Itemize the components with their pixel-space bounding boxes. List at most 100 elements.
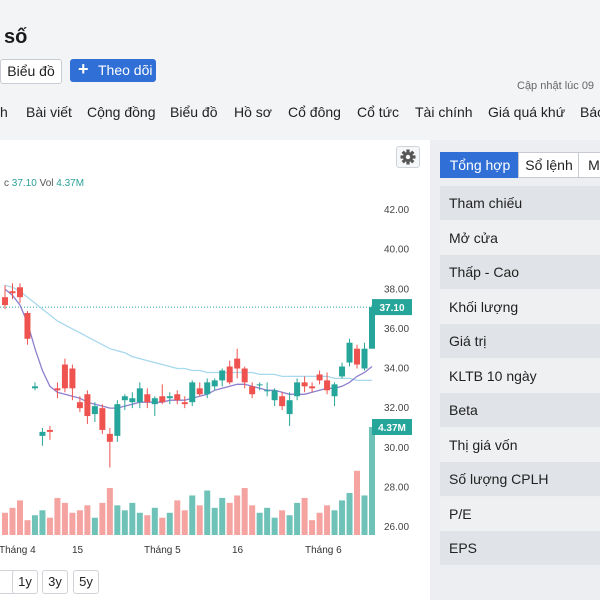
y-tick-label: 36.00 [384, 324, 409, 335]
nav-item-price-history[interactable]: Giá quá khứ [488, 104, 565, 120]
nav-item-dividends[interactable]: Cổ tức [357, 104, 399, 120]
row-reference: Tham chiếu [440, 186, 600, 220]
candle-body [271, 390, 278, 401]
row-avg-volume: KLTB 10 ngày [440, 359, 600, 393]
volume-bar [264, 507, 271, 535]
range-button-5y[interactable]: 5y [73, 570, 99, 594]
candle-body [241, 368, 248, 383]
candle-body [264, 390, 271, 392]
y-tick-label: 34.00 [384, 364, 409, 375]
chart-button[interactable]: Biểu đồ [0, 59, 62, 84]
candle-body [151, 398, 158, 405]
volume-bar [31, 515, 38, 535]
volume-bar [354, 470, 361, 535]
volume-bar [301, 497, 308, 535]
volume-bar [129, 502, 136, 535]
volume-bar [114, 505, 121, 535]
volume-bar [61, 502, 68, 535]
tab-more[interactable]: M [578, 152, 600, 178]
volume-bar [76, 510, 83, 535]
nav-item-shareholders[interactable]: Cổ đông [288, 104, 341, 120]
candle-body [76, 402, 83, 409]
x-tick-label: 15 [72, 545, 84, 556]
volume-bar [286, 515, 293, 535]
candle-body [16, 287, 23, 298]
volume-bar [69, 512, 76, 535]
candle-body [31, 386, 38, 389]
y-tick-label: 38.00 [384, 284, 409, 295]
row-volume: Khối lượng [440, 290, 600, 324]
candle-body [331, 384, 338, 397]
volume-bar [316, 512, 323, 535]
last-price-label: 37.10 [379, 303, 404, 314]
volume-bar [241, 488, 248, 535]
volume-bar [189, 495, 196, 535]
volume-bar [181, 510, 188, 535]
chart-settings-button[interactable] [396, 146, 420, 168]
candle-body [2, 297, 8, 306]
legend-prefix: c [4, 178, 9, 189]
candle-body [69, 368, 76, 389]
volume-bar [39, 510, 46, 535]
nav-item-community[interactable]: Cộng đồng [87, 104, 156, 120]
candle-body [129, 398, 136, 403]
volume-bar [369, 427, 375, 535]
row-open: Mở cửa [440, 221, 600, 255]
candle-body [159, 396, 166, 403]
candle-body [54, 388, 61, 391]
volume-bar [24, 520, 31, 535]
volume-bar [2, 512, 8, 535]
volume-bar [136, 512, 143, 535]
candle-body [121, 396, 128, 401]
candle-body [99, 408, 106, 430]
candle-body [339, 366, 346, 377]
y-tick-label: 28.00 [384, 482, 409, 493]
price-chart[interactable]: 42.00 40.00 38.00 36.00 34.00 32.00 30.00 28.00… [0, 190, 430, 590]
candle-body [226, 366, 233, 383]
candle-body [46, 429, 53, 432]
main-nav: h Bài viết Cộng đồng Biểu đồ Hồ sơ Cổ đô… [0, 104, 600, 128]
candle-body [211, 380, 218, 387]
nav-item-chart[interactable]: Biểu đồ [170, 104, 217, 120]
nav-item-articles[interactable]: Bài viết [26, 104, 72, 120]
row-low-high: Thấp - Cao [440, 255, 600, 289]
candle-body [324, 380, 331, 391]
x-tick-label: Tháng 5 [144, 545, 181, 556]
volume-bar [84, 505, 91, 535]
volume-bar [256, 512, 263, 535]
candle-body [136, 388, 143, 403]
candle-body [189, 382, 196, 403]
y-tick-label: 26.00 [384, 522, 409, 533]
x-tick-label: Tháng 4 [0, 545, 36, 556]
candle-body [61, 364, 68, 389]
nav-item-overview[interactable]: h [0, 104, 8, 120]
nav-item-financials[interactable]: Tài chính [415, 104, 473, 120]
range-button-1y[interactable]: 1y [12, 570, 38, 594]
volume-bar [324, 505, 331, 535]
candle-body [196, 388, 203, 395]
range-button-3y[interactable]: 3y [42, 570, 68, 594]
candle-body [256, 384, 263, 386]
tab-summary[interactable]: Tổng hợp [440, 152, 520, 178]
volume-bar [204, 490, 211, 535]
candle-body [174, 394, 181, 401]
plus-icon: + [78, 59, 89, 79]
row-market-cap: Thị giá vốn [440, 428, 600, 462]
volume-bar [106, 488, 113, 535]
candle-body [166, 396, 173, 399]
candle-body [106, 433, 113, 442]
nav-item-reports[interactable]: Báo [580, 104, 600, 120]
follow-button[interactable]: + Theo dõi [70, 59, 156, 82]
candle-body [354, 348, 361, 365]
volume-bar [91, 517, 98, 535]
volume-bar [219, 497, 226, 535]
legend-vol: 4.37M [56, 178, 85, 189]
candle-body [204, 382, 211, 395]
nav-item-profile[interactable]: Hồ sơ [234, 104, 272, 120]
tab-order-book[interactable]: Sổ lệnh [518, 152, 580, 178]
volume-bar [249, 505, 256, 535]
x-tick-label: 16 [232, 545, 244, 556]
x-tick-label: Tháng 6 [305, 545, 342, 556]
volume-bar [279, 510, 286, 535]
volume-bar [346, 492, 353, 535]
